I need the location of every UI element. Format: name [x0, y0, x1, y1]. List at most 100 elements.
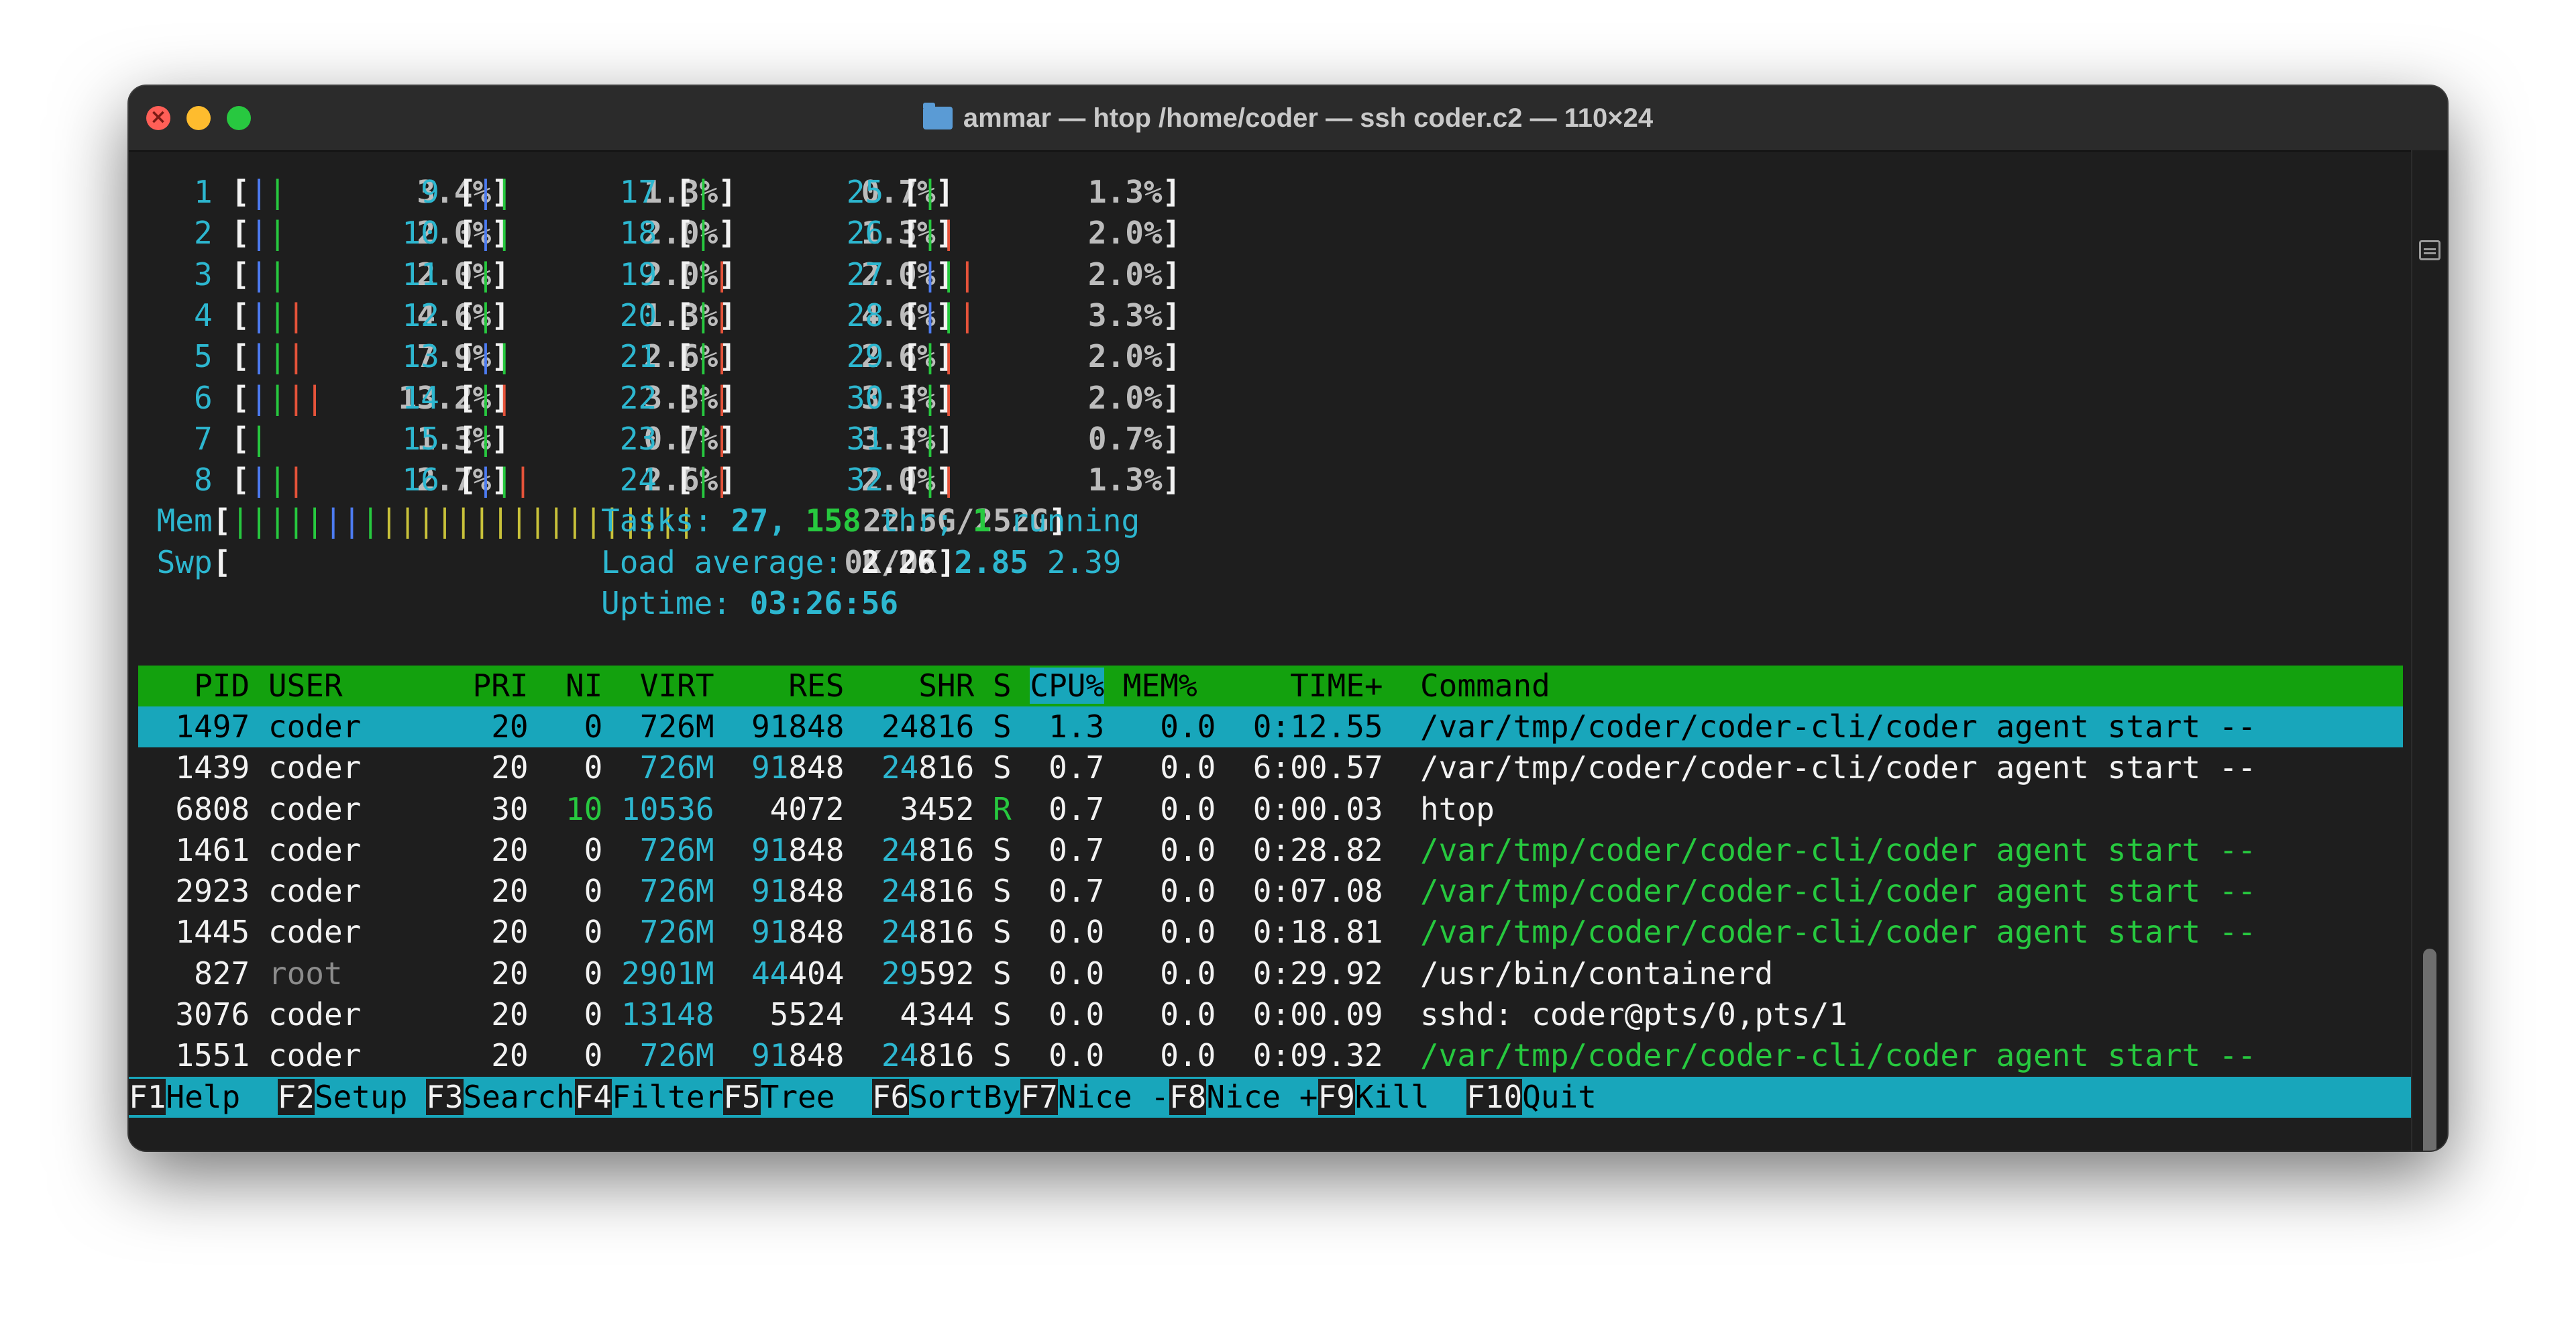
column-header-res[interactable]: RES [733, 668, 863, 704]
process-row[interactable]: 2923 coder 20 0 726M 91848 24816 S 0.7 0… [138, 871, 2403, 912]
process-state: S [993, 873, 1030, 910]
cpu-bars: | [476, 256, 495, 293]
process-nice: 0 [547, 831, 622, 868]
process-row[interactable]: 1461 coder 20 0 726M 91848 24816 S 0.7 0… [138, 830, 2403, 871]
cpu-id: 3 [156, 256, 213, 293]
cpu-bars: || [694, 462, 731, 498]
cpu-bars: || [921, 380, 958, 416]
process-mem: 0.0 [1104, 790, 1216, 827]
cpu-id: 30 [828, 379, 884, 416]
process-mem: 0.0 [1104, 996, 1216, 1033]
process-state: S [993, 914, 1030, 951]
fkey-f2[interactable]: F2 [277, 1078, 315, 1115]
fkey-label-f9[interactable]: Kill [1354, 1078, 1467, 1115]
cpu-bars: || [694, 297, 731, 333]
cpu-bars: || [694, 256, 731, 293]
fkey-label-f3[interactable]: Search [463, 1078, 575, 1115]
process-row[interactable]: 1551 coder 20 0 726M 91848 24816 S 0.0 0… [138, 1035, 2403, 1076]
process-row[interactable]: 1445 coder 20 0 726M 91848 24816 S 0.0 0… [138, 912, 2403, 953]
fkey-f8[interactable]: F8 [1169, 1078, 1207, 1115]
column-header-s[interactable]: S [993, 668, 1030, 704]
cpu-id: 9 [383, 174, 439, 210]
cpu-bars: || [250, 215, 286, 251]
column-header-shr[interactable]: SHR [863, 668, 993, 704]
fkey-label-f5[interactable]: Tree [760, 1078, 872, 1115]
process-row[interactable]: 1497 coder 20 0 726M 91848 24816 S 1.3 0… [138, 706, 2403, 747]
column-header-cpu[interactable]: CPU% [1030, 667, 1105, 704]
process-shr-high: 24 [863, 831, 919, 868]
cpu-bar-tick: | [712, 338, 731, 375]
process-shr-high: 29 [863, 955, 919, 992]
mem-bar-tick: | [472, 503, 492, 539]
fkey-f1[interactable]: F1 [129, 1078, 166, 1115]
column-header-cmd[interactable]: Command [1420, 668, 1550, 704]
fkey-label-f4[interactable]: Filter [612, 1078, 724, 1115]
process-state: R [993, 790, 1030, 827]
cpu-percent: 2.0% [1087, 338, 1163, 375]
process-time: 0:07.08 [1216, 873, 1420, 910]
cpu-bar-tick: | [268, 462, 287, 498]
process-row[interactable]: 3076 coder 20 0 13148 5524 4344 S 0.0 0.… [138, 994, 2403, 1035]
column-header-ni[interactable]: NI [547, 668, 621, 704]
meter-bracket: [ [883, 297, 921, 333]
process-cpu: 0.0 [1030, 1037, 1105, 1074]
fkey-label-f2[interactable]: Setup [314, 1078, 427, 1115]
fkey-f6[interactable]: F6 [871, 1078, 910, 1115]
cpu-bars: ||| [250, 462, 305, 498]
tasks-meter: Tasks: 27, 158 thr; 1 running [601, 500, 1140, 541]
mem-bar-tick: | [380, 503, 398, 539]
fkey-label-f8[interactable]: Nice + [1206, 1078, 1318, 1115]
process-table-header[interactable]: PID USER PRI NI VIRT RES SHR S CPU% MEM%… [138, 665, 2403, 706]
fkey-f9[interactable]: F9 [1318, 1078, 1355, 1115]
process-shr-low: 816 [918, 749, 993, 786]
fkey-label-f7[interactable]: Nice - [1057, 1078, 1169, 1115]
cpu-bar-tick: | [694, 174, 713, 210]
process-mem: 0.0 [1104, 914, 1216, 951]
meter-bracket: [ [439, 338, 477, 375]
process-row[interactable]: 1439 coder 20 0 726M 91848 24816 S 0.7 0… [138, 747, 2403, 788]
column-header-user[interactable]: USER [268, 668, 473, 704]
fkey-label-f10[interactable]: Quit [1522, 1078, 1597, 1115]
column-header-time[interactable]: TIME+ [1216, 668, 1420, 704]
process-mem: 0.0 [1104, 749, 1216, 786]
process-res-high: 91 [733, 873, 789, 910]
process-row[interactable]: 6808 coder 30 10 10536 4072 3452 R 0.7 0… [138, 789, 2403, 830]
fkey-f3[interactable]: F3 [426, 1078, 464, 1115]
process-user: coder [268, 914, 473, 951]
load-average-meter: Load average: 2.26 2.85 2.39 [601, 542, 1121, 583]
fkey-f7[interactable]: F7 [1020, 1078, 1058, 1115]
swap-label: Swp [156, 543, 213, 580]
fkey-f4[interactable]: F4 [574, 1078, 612, 1115]
uptime-label: Uptime: [601, 585, 750, 621]
process-shr-low: 816 [918, 873, 993, 910]
fkey-f5[interactable]: F5 [723, 1078, 761, 1115]
column-header-pri[interactable]: PRI [473, 668, 547, 704]
fkey-label-f1[interactable]: Help [166, 1078, 278, 1115]
cpu-bars: || [921, 215, 958, 251]
scrollbar-menu-icon[interactable] [2419, 240, 2440, 260]
fkey-f10[interactable]: F10 [1466, 1078, 1523, 1115]
column-header-mem[interactable]: MEM% [1104, 668, 1216, 704]
process-nice: 0 [547, 749, 622, 786]
meter-bracket: ] [1162, 256, 1181, 293]
process-user: coder [268, 749, 473, 786]
process-priority: 20 [472, 749, 547, 786]
process-shr-low: 816 [918, 914, 993, 951]
scrollbar[interactable] [2411, 150, 2447, 1151]
cpu-bar-tick: | [712, 420, 731, 457]
fkey-label-f6[interactable]: SortBy [909, 1078, 1021, 1115]
window-title-text: ammar — htop /home/coder — ssh coder.c2 … [963, 103, 1654, 133]
process-state: S [993, 831, 1030, 868]
meter-gap [958, 215, 1088, 251]
meter-bracket: ] [1162, 379, 1181, 416]
meter-gap [977, 297, 1088, 333]
cpu-bars: |||| [250, 380, 324, 416]
column-header-pid[interactable]: PID [138, 668, 268, 704]
column-header-virt[interactable]: VIRT [621, 668, 733, 704]
meter-bracket: [ [212, 462, 250, 498]
cpu-bar-tick: | [476, 174, 495, 210]
process-row[interactable]: 827 root 20 0 2901M 44404 29592 S 0.0 0.… [138, 953, 2403, 994]
scrollbar-thumb[interactable] [2423, 949, 2436, 1151]
cpu-meter-27: 27 [||| 2.0%] [828, 254, 1181, 295]
htop-screen[interactable]: 1 [|| 3.4%] 2 [|| 2.0%] 3 [|| 2.0%] 4 [|… [129, 150, 2447, 1151]
